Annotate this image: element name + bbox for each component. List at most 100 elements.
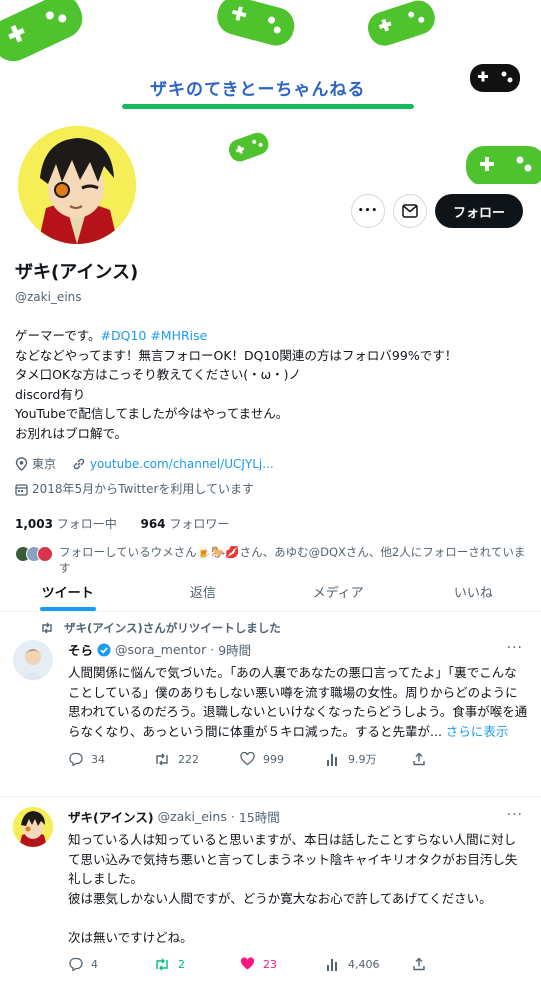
reply-icon [69,957,83,971]
gamepad-icon [367,0,435,46]
reply-icon [69,752,83,766]
avatar-illustration [18,126,136,244]
retweet-count: 2 [178,957,185,971]
avatar[interactable] [13,807,53,847]
followed-by-text: フォローしているウメさん🍺🐎💋さん、あゆむ@DQXさん、他2人にフォローされてい… [59,544,526,575]
tweet-header: そら @sora_mentor · 9時間 [68,640,252,659]
avatar [37,545,53,562]
following-label: フォロー中 [56,516,117,531]
bio: ゲーマーです。#DQ10 #MHRise などなどやってます！無言フォローOK！… [15,326,530,443]
retweet-notice-text: ザキ(アインス)さんがリツイートしました [64,621,281,635]
retweet-count: 222 [178,752,199,766]
retweet-button[interactable]: 2 [154,957,240,971]
tweet-time[interactable]: 9時間 [218,640,251,659]
bio-text: discord有り [15,386,86,402]
analytics-icon [327,753,337,766]
tab-media[interactable]: メディア [271,572,406,611]
retweet-icon [156,753,168,765]
more-icon: ••• [357,206,379,216]
heart-icon [240,752,255,766]
profile-tabs: ツイート 返信 メディア いいね [0,572,541,612]
tweet-actions: 34 222 999 9.9万 [68,751,528,767]
tweet-body: ザキ(アインス) @zaki_eins · 15時間 知っている人は知っていると… [68,807,528,971]
author-handle[interactable]: @zaki_eins [158,809,227,824]
share-button[interactable] [412,751,498,767]
message-button[interactable] [392,194,427,228]
joined-date: 2018年5月からTwitterを利用しています [15,478,254,500]
tweet-actions: 4 2 23 4,406 [68,957,528,971]
location-text: 東京 [32,457,57,471]
gamepad-icon [217,0,295,46]
retweet-icon [156,958,168,970]
profile-avatar[interactable] [14,122,140,248]
following-count: 1,003 [15,516,53,531]
display-name: ザキ(アインス) [15,262,139,283]
tweet-time[interactable]: 15時間 [239,807,280,826]
followed-by[interactable]: フォローしているウメさん🍺🐎💋さん、あゆむ@DQXさん、他2人にフォローされてい… [15,544,530,576]
followers-label: フォロワー [169,516,230,531]
reply-count: 4 [91,957,98,971]
views-button[interactable]: 9.9万 [326,751,412,767]
hashtag-link[interactable]: #DQ10 #MHRise [101,328,208,343]
joined-text: 2018年5月からTwitterを利用しています [32,482,255,496]
like-count: 23 [263,957,277,971]
profile-info: ザキ(アインス) @zaki_eins ゲーマーです。#DQ10 #MHRise… [15,258,530,576]
verified-badge-icon [97,643,111,656]
reply-count: 34 [91,752,105,766]
show-more-link[interactable]: さらに表示 [446,724,509,739]
bio-text: お別れはブロ解で。 [15,425,128,441]
more-button[interactable]: ••• [350,194,385,228]
analytics-icon [327,958,337,971]
tab-tweets[interactable]: ツイート [0,572,135,611]
follower-avatars [15,545,55,576]
avatar[interactable] [13,640,53,680]
author-name[interactable]: ザキ(アインス) [68,807,154,826]
author-name[interactable]: そら [68,640,93,659]
retweet-icon [42,622,52,634]
share-icon [413,957,425,971]
reply-button[interactable]: 34 [68,751,154,767]
bio-text: ゲーマーです。 [15,328,101,343]
profile-meta: 東京 youtube.com/channel/UCJYLj... 2018年5月… [15,453,530,503]
followers-link[interactable]: 964 フォロワー [140,517,229,531]
profile-actions: ••• フォロー [350,194,523,228]
retweet-notice: ザキ(アインス)さんがリツイートしました [40,620,281,636]
retweet-button[interactable]: 222 [154,751,240,767]
bio-text: YouTubeで配信してましたが今はやってません。 [15,406,289,421]
followers-count: 964 [140,516,166,531]
tweet[interactable]: ··· ザキ(アインス) @zaki_eins · 15時間 知っている人は知っ… [0,797,541,998]
gamepad-icon [0,0,83,62]
like-button[interactable]: 999 [240,751,326,767]
handle: @zaki_eins [15,290,82,304]
share-icon [413,752,425,766]
location-pin-icon [15,457,28,471]
follow-button[interactable]: フォロー [434,194,523,228]
gamepad-icon [466,146,541,184]
tweet[interactable]: ザキ(アインス)さんがリツイートしました ··· そら @sora_mentor… [0,612,541,797]
tab-replies[interactable]: 返信 [135,572,270,611]
mail-icon [402,204,418,218]
view-count: 9.9万 [348,753,377,766]
website-link[interactable]: youtube.com/channel/UCJYLj... [90,453,274,475]
like-button[interactable]: 23 [240,957,326,971]
website[interactable]: youtube.com/channel/UCJYLj... [72,453,274,475]
gamepad-icon [228,132,269,162]
location: 東京 [15,453,56,475]
calendar-icon [15,483,28,496]
views-button[interactable]: 4,406 [326,957,412,971]
author-handle[interactable]: @sora_mentor [115,642,206,657]
heart-icon [240,957,255,970]
tab-likes[interactable]: いいね [406,572,541,611]
reply-button[interactable]: 4 [68,957,154,971]
link-icon [73,458,85,470]
bio-text: などなどやってます！無言フォローOK！DQ10関連の方はフォロバ99%です！ [15,347,458,363]
tweet-text: 知っている人は知っていると思いますが、本日は話したことすらない人間に対して思い込… [68,832,518,945]
tweet-text: 人間関係に悩んで気づいた。「あの人裏であなたの悪口言ってたよ」「裏でこんなことし… [68,663,528,741]
share-button[interactable] [412,957,498,971]
banner-title: ザキのてきとーちゃんねる [150,80,366,100]
tweet-header: ザキ(アインス) @zaki_eins · 15時間 [68,807,280,826]
following-link[interactable]: 1,003 フォロー中 [15,517,117,531]
gamepad-icon [470,64,520,92]
like-count: 999 [263,752,284,766]
banner-underline [122,104,414,109]
